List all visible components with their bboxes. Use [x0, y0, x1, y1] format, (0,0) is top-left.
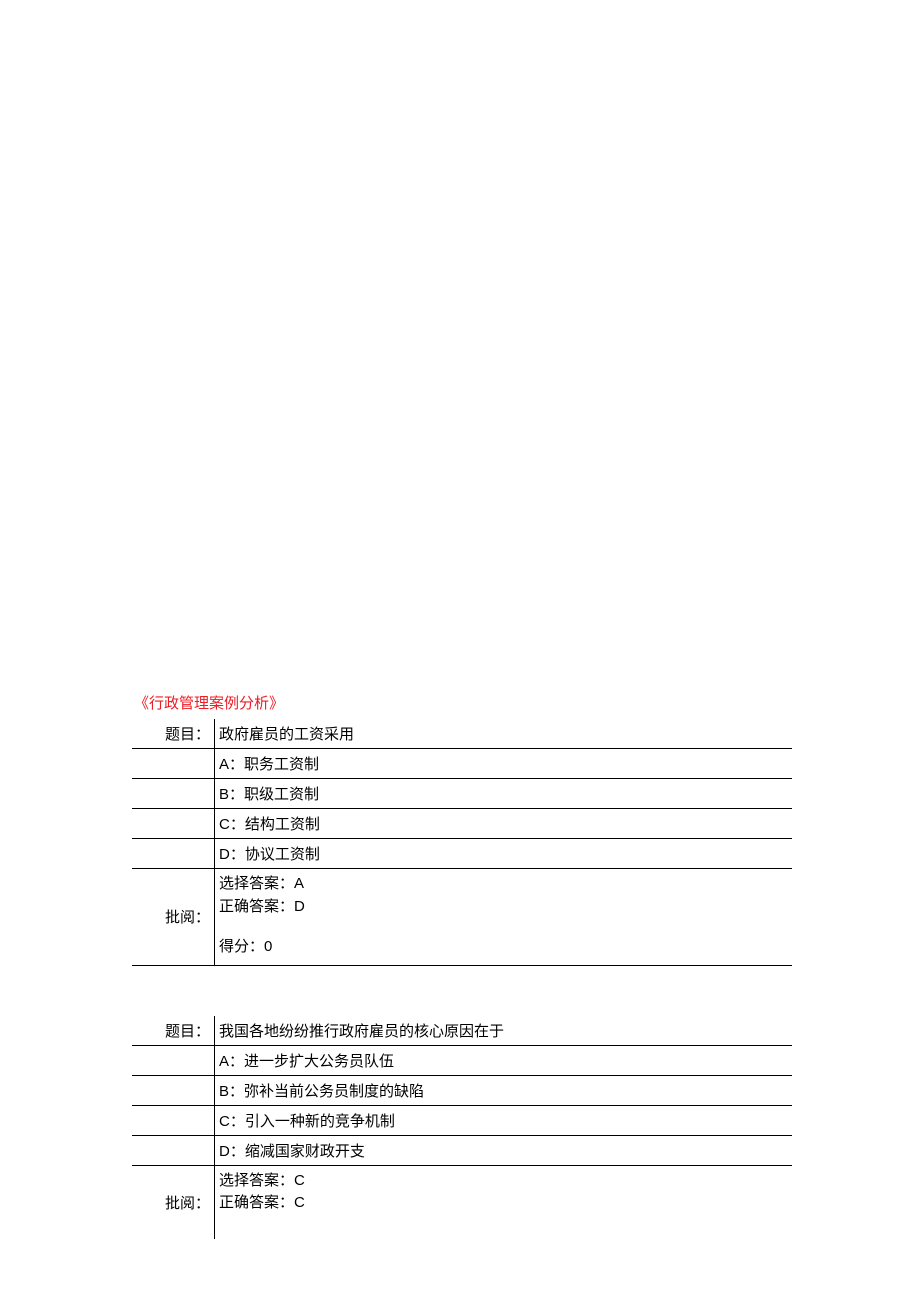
- selected-answer: 选择答案：C: [219, 1170, 792, 1193]
- option-c: C：引入一种新的竞争机制: [214, 1106, 792, 1136]
- question-prompt-row: 题目： 我国各地纷纷推行政府雇员的核心原因在于: [132, 1016, 792, 1046]
- option-a: A：进一步扩大公务员队伍: [214, 1046, 792, 1076]
- option-row: C：引入一种新的竞争机制: [132, 1106, 792, 1136]
- question-label: 题目：: [132, 719, 214, 749]
- review-label: 批阅：: [132, 1166, 214, 1239]
- option-d: D：协议工资制: [214, 839, 792, 869]
- option-row: B：弥补当前公务员制度的缺陷: [132, 1076, 792, 1106]
- option-row: B：职级工资制: [132, 779, 792, 809]
- option-d: D：缩减国家财政开支: [214, 1136, 792, 1166]
- question-prompt: 我国各地纷纷推行政府雇员的核心原因在于: [214, 1016, 792, 1046]
- review-row: 批阅： 选择答案：A 正确答案：D 得分：0: [132, 869, 792, 966]
- option-c: C：结构工资制: [214, 809, 792, 839]
- option-b: B：职级工资制: [214, 779, 792, 809]
- correct-answer: 正确答案：C: [219, 1192, 792, 1215]
- option-a: A：职务工资制: [214, 749, 792, 779]
- document-content: 《行政管理案例分析》 题目： 政府雇员的工资采用 A：职务工资制 B：职级工资制…: [132, 692, 792, 1289]
- question-block: 题目： 政府雇员的工资采用 A：职务工资制 B：职级工资制 C：结构工资制 D：…: [132, 719, 792, 966]
- option-row: D：协议工资制: [132, 839, 792, 869]
- option-b: B：弥补当前公务员制度的缺陷: [214, 1076, 792, 1106]
- review-label: 批阅：: [132, 869, 214, 966]
- question-prompt-row: 题目： 政府雇员的工资采用: [132, 719, 792, 749]
- question-label: 题目：: [132, 1016, 214, 1046]
- question-prompt: 政府雇员的工资采用: [214, 719, 792, 749]
- option-row: A：职务工资制: [132, 749, 792, 779]
- selected-answer: 选择答案：A: [219, 873, 792, 896]
- review-content: 选择答案：C 正确答案：C: [214, 1166, 792, 1239]
- score: 得分：0: [219, 936, 792, 959]
- option-row: D：缩减国家财政开支: [132, 1136, 792, 1166]
- review-content: 选择答案：A 正确答案：D 得分：0: [214, 869, 792, 966]
- option-row: A：进一步扩大公务员队伍: [132, 1046, 792, 1076]
- option-row: C：结构工资制: [132, 809, 792, 839]
- correct-answer: 正确答案：D: [219, 896, 792, 919]
- document-title: 《行政管理案例分析》: [134, 692, 792, 713]
- question-block: 题目： 我国各地纷纷推行政府雇员的核心原因在于 A：进一步扩大公务员队伍 B：弥…: [132, 1016, 792, 1239]
- review-row: 批阅： 选择答案：C 正确答案：C: [132, 1166, 792, 1239]
